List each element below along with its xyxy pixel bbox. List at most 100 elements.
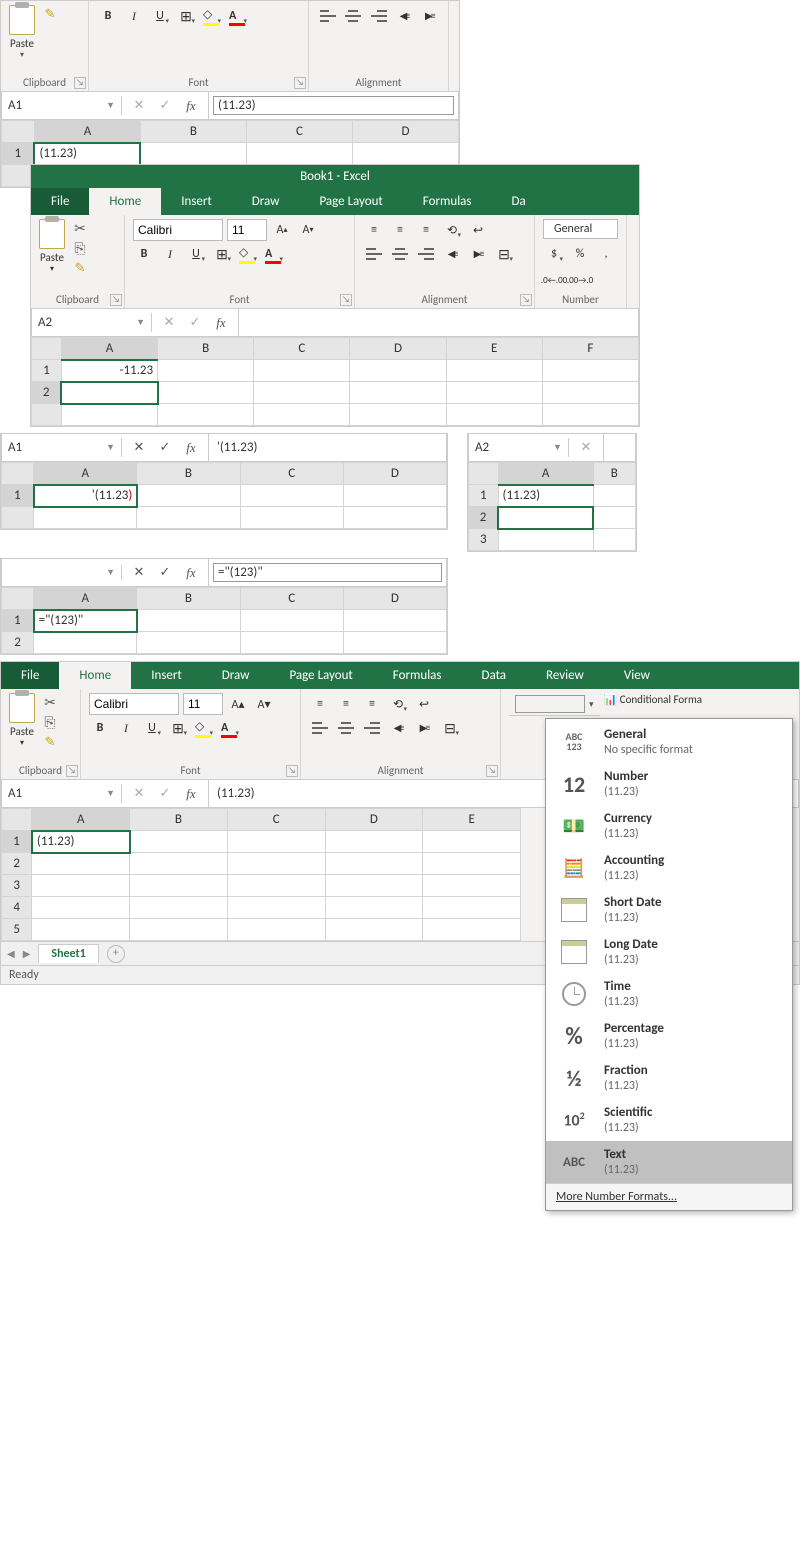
- align-center-button[interactable]: [342, 5, 363, 27]
- fx-icon[interactable]: fx: [182, 786, 200, 802]
- border-button[interactable]: [175, 5, 197, 27]
- paste-button[interactable]: Paste▾: [9, 693, 35, 748]
- sheet-tab-1[interactable]: Sheet1: [38, 944, 98, 963]
- format-painter-button[interactable]: [41, 733, 59, 751]
- border-button[interactable]: [211, 243, 233, 265]
- paste-button[interactable]: Paste ▾: [9, 5, 35, 60]
- tab-review[interactable]: Review: [526, 662, 604, 689]
- dialog-launcher-icon[interactable]: ↘: [520, 294, 532, 306]
- format-item-scientific[interactable]: 102Scientific(11.23): [546, 1099, 792, 1141]
- align-top-button[interactable]: ≡: [363, 219, 385, 241]
- cell-A1[interactable]: (11.23): [498, 485, 593, 507]
- increase-indent-button[interactable]: [419, 5, 440, 27]
- align-right-button[interactable]: [415, 243, 437, 265]
- number-format-select[interactable]: General: [543, 219, 618, 239]
- align-left-button[interactable]: [317, 5, 338, 27]
- tab-view[interactable]: View: [604, 662, 670, 689]
- tab-draw[interactable]: Draw: [202, 662, 270, 689]
- align-left-button[interactable]: [309, 717, 331, 739]
- format-item-fraction[interactable]: ½Fraction(11.23): [546, 1057, 792, 1099]
- underline-button[interactable]: U: [141, 717, 163, 739]
- name-box[interactable]: A1▼: [2, 784, 122, 803]
- align-middle-button[interactable]: ≡: [389, 219, 411, 241]
- decrease-indent-button[interactable]: [441, 243, 463, 265]
- fx-icon[interactable]: fx: [182, 440, 200, 456]
- formula-input[interactable]: '(11.23): [209, 438, 446, 457]
- tab-formulas[interactable]: Formulas: [373, 662, 462, 689]
- spreadsheet-grid[interactable]: AB 1(11.23) 2 3: [468, 462, 636, 551]
- cell-A1[interactable]: (11.23): [32, 831, 130, 853]
- increase-font-button[interactable]: A▴: [271, 219, 293, 241]
- percent-format-button[interactable]: %: [569, 243, 591, 265]
- name-box[interactable]: ▼: [2, 565, 122, 580]
- wrap-text-button[interactable]: [413, 693, 435, 715]
- dialog-launcher-icon[interactable]: ↘: [66, 765, 78, 777]
- formula-input[interactable]: (11.23): [213, 96, 454, 115]
- increase-indent-button[interactable]: [467, 243, 489, 265]
- tab-draw[interactable]: Draw: [232, 188, 300, 215]
- cut-button[interactable]: [41, 693, 59, 711]
- number-format-select[interactable]: [515, 695, 585, 713]
- decrease-indent-button[interactable]: [393, 5, 414, 27]
- decrease-indent-button[interactable]: [387, 717, 409, 739]
- enter-icon[interactable]: ✓: [156, 565, 174, 580]
- font-color-button[interactable]: A: [227, 5, 249, 27]
- align-center-button[interactable]: [389, 243, 411, 265]
- dialog-launcher-icon[interactable]: ↘: [110, 294, 122, 306]
- tab-insert[interactable]: Insert: [161, 188, 232, 215]
- tab-file[interactable]: File: [31, 188, 89, 215]
- fill-color-button[interactable]: [237, 243, 259, 265]
- font-color-button[interactable]: A: [219, 717, 241, 739]
- border-button[interactable]: [167, 717, 189, 739]
- tab-home[interactable]: Home: [89, 188, 161, 215]
- accounting-format-button[interactable]: $: [543, 243, 565, 265]
- formula-input[interactable]: ="(123)": [213, 563, 442, 582]
- tab-file[interactable]: File: [1, 662, 59, 689]
- dialog-launcher-icon[interactable]: ↘: [286, 765, 298, 777]
- copy-button[interactable]: [71, 239, 89, 257]
- bold-button[interactable]: B: [97, 5, 119, 27]
- bold-button[interactable]: B: [89, 717, 111, 739]
- paste-button[interactable]: Paste▾: [39, 219, 65, 274]
- cut-button[interactable]: [71, 219, 89, 237]
- cell-A2[interactable]: [498, 507, 593, 529]
- align-left-button[interactable]: [363, 243, 385, 265]
- tab-data[interactable]: Da: [492, 188, 546, 215]
- align-middle-button[interactable]: ≡: [335, 693, 357, 715]
- tab-home[interactable]: Home: [59, 662, 131, 689]
- align-right-button[interactable]: [361, 717, 383, 739]
- format-item-currency[interactable]: 💵Currency(11.23): [546, 805, 792, 847]
- format-item-general[interactable]: ABC123GeneralNo specific format: [546, 721, 792, 763]
- wrap-text-button[interactable]: [467, 219, 489, 241]
- align-bottom-button[interactable]: ≡: [415, 219, 437, 241]
- name-box[interactable]: A1▼: [2, 96, 122, 115]
- cancel-icon[interactable]: ✕: [130, 565, 148, 580]
- underline-button[interactable]: U: [185, 243, 207, 265]
- font-size-select[interactable]: [227, 219, 267, 241]
- spreadsheet-grid[interactable]: ABCD 1="(123)" 2: [1, 587, 447, 654]
- font-name-select[interactable]: [89, 693, 179, 715]
- dialog-launcher-icon[interactable]: ↘: [74, 77, 86, 89]
- spreadsheet-grid[interactable]: ABCDEF 1-11.23 2: [31, 337, 639, 426]
- italic-button[interactable]: I: [123, 5, 145, 27]
- format-painter-button[interactable]: [71, 259, 89, 277]
- italic-button[interactable]: I: [115, 717, 137, 739]
- sheet-nav-prev[interactable]: ◀: [7, 947, 15, 960]
- tab-formulas[interactable]: Formulas: [403, 188, 492, 215]
- decrease-font-button[interactable]: A▾: [297, 219, 319, 241]
- more-number-formats[interactable]: More Number Formats...: [546, 1183, 792, 1210]
- add-sheet-button[interactable]: +: [107, 945, 125, 963]
- dialog-launcher-icon[interactable]: ↘: [486, 765, 498, 777]
- format-item-long-date[interactable]: Long Date(11.23): [546, 931, 792, 973]
- fx-icon[interactable]: fx: [212, 315, 230, 331]
- cell-A2[interactable]: [61, 382, 157, 404]
- fill-color-button[interactable]: [201, 5, 223, 27]
- align-bottom-button[interactable]: ≡: [361, 693, 383, 715]
- italic-button[interactable]: I: [159, 243, 181, 265]
- enter-icon[interactable]: ✓: [156, 440, 174, 455]
- fx-icon[interactable]: fx: [182, 565, 200, 581]
- fill-color-button[interactable]: [193, 717, 215, 739]
- dialog-launcher-icon[interactable]: ↘: [294, 77, 306, 89]
- tab-page-layout[interactable]: Page Layout: [269, 662, 372, 689]
- tab-page-layout[interactable]: Page Layout: [299, 188, 402, 215]
